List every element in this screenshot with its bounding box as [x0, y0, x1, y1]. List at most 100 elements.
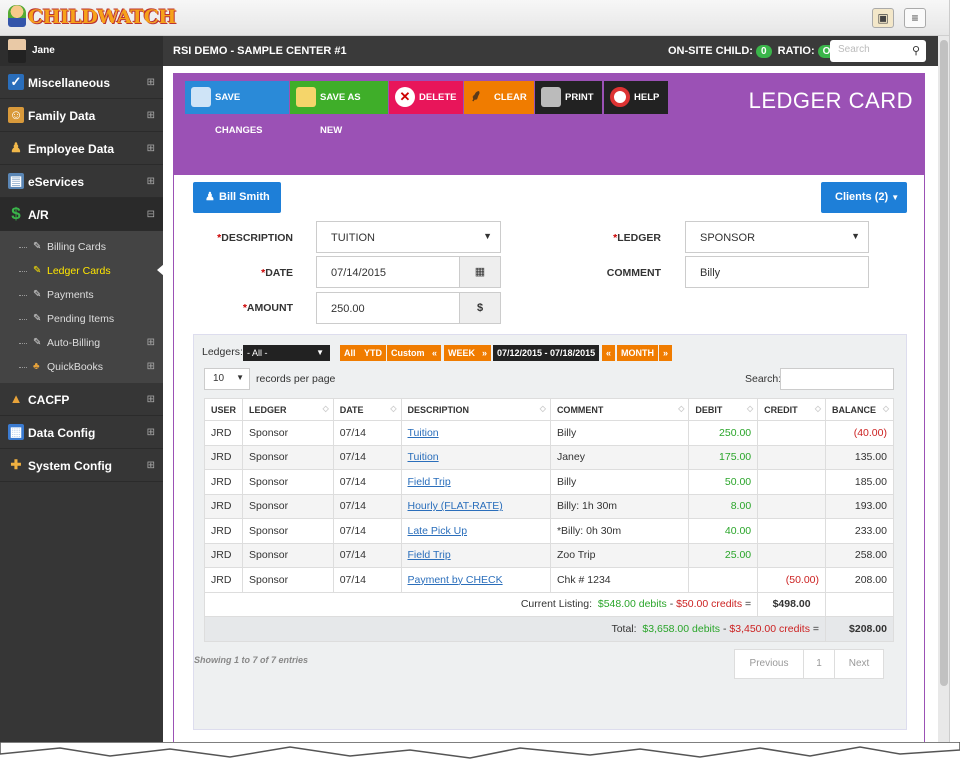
description-link[interactable]: Field Trip — [408, 476, 451, 488]
sidebar-item-data-config[interactable]: ▦ Data Config ⊞ — [0, 416, 163, 449]
month-prev-button[interactable]: « — [602, 345, 616, 361]
column-header-credit[interactable]: CREDIT ◇ — [757, 398, 827, 421]
month-next-button[interactable]: » — [659, 345, 673, 361]
tree-line — [19, 343, 27, 344]
sidebar-item-ledger-cards[interactable]: ✎ Ledger Cards — [0, 259, 164, 283]
clients-dropdown[interactable]: Clients (2) ▼ — [821, 182, 907, 213]
description-link[interactable]: Tuition — [408, 427, 439, 439]
column-header-date[interactable]: DATE ◇ — [332, 398, 402, 421]
table-row[interactable]: JRD Sponsor 07/14 Late Pick Up *Billy: 0h 30… — [203, 518, 894, 544]
amount-input[interactable]: 250.00 — [316, 292, 460, 324]
cell-description[interactable]: Late Pick Up — [400, 518, 551, 544]
sidebar-item-eservices[interactable]: ▤ eServices ⊞ — [0, 165, 163, 198]
expand-icon[interactable]: ⊞ — [147, 361, 155, 372]
description-link[interactable]: Late Pick Up — [408, 525, 468, 537]
onsite-status: ON-SITE CHILD:0 RATIO:OK — [668, 45, 846, 58]
save-as-new-button[interactable]: SAVE AS NEW — [290, 81, 388, 136]
print-button[interactable]: PRINT — [535, 81, 602, 114]
expand-icon[interactable]: ⊞ — [147, 460, 155, 471]
table-row[interactable]: JRD Sponsor 07/14 Field Trip Billy 50.00 185.0… — [203, 469, 894, 495]
table-search-input[interactable] — [780, 368, 894, 390]
pagination-previous[interactable]: Previous — [734, 649, 804, 679]
sidebar-item-family-data[interactable]: ☺ Family Data ⊞ — [0, 99, 163, 132]
cell-user-value: JRD — [211, 549, 232, 562]
filter-ytd-button[interactable]: YTD — [360, 345, 386, 361]
description-link[interactable]: Payment by CHECK — [408, 574, 503, 586]
cell-balance: 135.00 — [825, 444, 894, 470]
data-config-icon: ▦ — [8, 424, 24, 440]
printer-icon — [541, 87, 561, 107]
expand-icon[interactable]: ⊞ — [147, 394, 155, 405]
records-per-page-select[interactable]: 10 ▼ — [204, 368, 250, 390]
comment-input[interactable]: Billy — [685, 256, 869, 288]
expand-icon[interactable]: ⊞ — [147, 77, 155, 88]
column-header-comment[interactable]: COMMENT ◇ — [549, 398, 690, 421]
expand-icon[interactable]: ⊞ — [147, 427, 155, 438]
sidebar-item-auto-billing[interactable]: ✎ Auto-Billing ⊞ — [0, 331, 163, 355]
expand-icon[interactable]: ⊞ — [147, 337, 155, 348]
table-row[interactable]: JRD Sponsor 07/14 Tuition Billy 250.00 (40.00) — [203, 420, 894, 446]
sidebar-item-system-config[interactable]: ✚ System Config ⊞ — [0, 449, 163, 482]
cell-description[interactable]: Tuition — [400, 420, 551, 446]
vertical-scrollbar[interactable] — [938, 36, 949, 742]
filter-all-button[interactable]: All — [340, 345, 360, 361]
filter-custom-button[interactable]: Custom — [387, 345, 429, 361]
cell-description[interactable]: Tuition — [400, 444, 551, 470]
onsite-count-badge: 0 — [755, 45, 772, 58]
save-changes-button[interactable]: SAVE CHANGES — [185, 81, 289, 136]
ledger-select[interactable]: SPONSOR ▼ — [685, 221, 869, 253]
hamburger-menu-icon[interactable]: ≡ — [904, 8, 926, 28]
date-input[interactable]: 07/14/2015 — [316, 256, 460, 288]
delete-button[interactable]: ✕ DELETE — [389, 81, 463, 114]
column-header-ledger[interactable]: LEDGER ◇ — [242, 398, 334, 421]
table-row[interactable]: JRD Sponsor 07/14 Hourly (FLAT-RATE) Billy: … — [203, 493, 894, 519]
ledgers-filter-select[interactable]: - All - ▼ — [243, 345, 330, 361]
collapse-icon[interactable]: ⊟ — [147, 209, 155, 220]
header-search-input[interactable]: Search ⚲ — [830, 40, 926, 62]
help-button[interactable]: HELP — [604, 81, 668, 114]
sidebar-item-pending-items[interactable]: ✎ Pending Items — [0, 307, 163, 331]
expand-icon[interactable]: ⊞ — [147, 143, 155, 154]
column-header-debit[interactable]: DEBIT ◇ — [688, 398, 759, 421]
search-icon[interactable]: ⚲ — [912, 44, 920, 57]
app-logo[interactable]: CHILDWATCH — [8, 5, 176, 28]
description-link[interactable]: Hourly (FLAT-RATE) — [408, 500, 503, 512]
cell-description[interactable]: Field Trip — [400, 542, 551, 568]
sidebar-item-ar[interactable]: $ A/R ⊟ — [0, 198, 163, 231]
pagination-page-1[interactable]: 1 — [803, 649, 835, 679]
cell-description[interactable]: Hourly (FLAT-RATE) — [400, 493, 551, 519]
week-prev-button[interactable]: « — [428, 345, 442, 361]
expand-icon[interactable]: ⊞ — [147, 176, 155, 187]
client-button[interactable]: ♟ Bill Smith — [193, 182, 281, 213]
pagination-next[interactable]: Next — [834, 649, 884, 679]
table-row[interactable]: JRD Sponsor 07/14 Payment by CHECK Chk # 123… — [203, 567, 894, 593]
expand-icon[interactable]: ⊞ — [147, 110, 155, 121]
sidebar-item-payments[interactable]: ✎ Payments — [0, 283, 163, 307]
column-header-description[interactable]: DESCRIPTION ◇ — [400, 398, 551, 421]
sidebar-item-label: eServices — [28, 175, 85, 189]
description-link[interactable]: Tuition — [408, 451, 439, 463]
sidebar-item-billing-cards[interactable]: ✎ Billing Cards — [0, 235, 163, 259]
description-link[interactable]: Field Trip — [408, 549, 451, 561]
clear-button[interactable]: ⸙ CLEAR — [464, 81, 534, 114]
column-header-user[interactable]: USER — [203, 398, 244, 421]
week-next-button[interactable]: » — [478, 345, 492, 361]
user-panel[interactable]: Jane — [0, 36, 163, 66]
sidebar-item-cacfp[interactable]: ▲ CACFP ⊞ — [0, 383, 163, 416]
description-select[interactable]: TUITION ▼ — [316, 221, 501, 253]
sidebar-item-label: Data Config — [28, 426, 96, 440]
sidebar-item-employee-data[interactable]: ♟ Employee Data ⊞ — [0, 132, 163, 165]
sidebar-item-miscellaneous[interactable]: ✓ Miscellaneous ⊞ — [0, 66, 163, 99]
sidebar-item-quickbooks[interactable]: ♣ QuickBooks ⊞ — [0, 355, 163, 379]
calendar-icon[interactable]: ▦ — [459, 256, 501, 288]
scrollbar-thumb[interactable] — [940, 40, 948, 686]
filter-week-button[interactable]: WEEK — [444, 345, 479, 361]
cell-description[interactable]: Payment by CHECK — [400, 567, 551, 593]
column-header-balance[interactable]: BALANCE ◇ — [825, 398, 894, 421]
filter-month-button[interactable]: MONTH — [617, 345, 658, 361]
table-row[interactable]: JRD Sponsor 07/14 Field Trip Zoo Trip 25.00 25… — [203, 542, 894, 568]
caret-down-icon: ▼ — [891, 193, 900, 202]
table-row[interactable]: JRD Sponsor 07/14 Tuition Janey 175.00 135.00 — [203, 444, 894, 470]
notes-icon[interactable]: ▣ — [872, 8, 894, 28]
cell-description[interactable]: Field Trip — [400, 469, 551, 495]
